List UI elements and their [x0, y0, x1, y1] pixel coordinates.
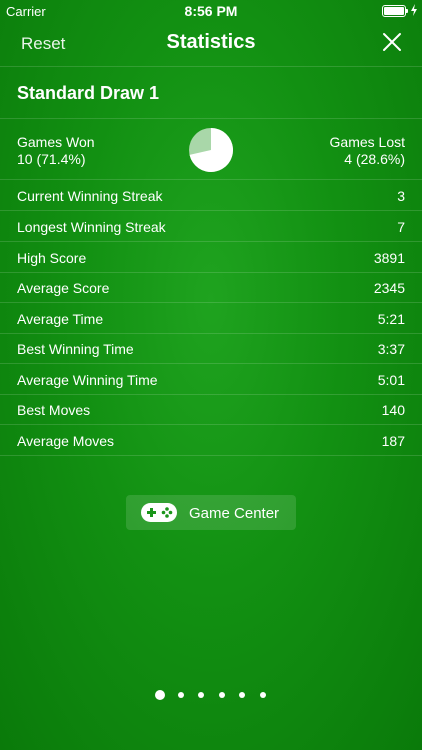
stat-value: 3:37: [377, 341, 405, 357]
stat-value: 5:01: [377, 372, 405, 388]
stat-value: 5:21: [377, 311, 405, 327]
divider: [0, 118, 422, 119]
stat-label: High Score: [17, 250, 87, 266]
game-mode-title: Standard Draw 1: [17, 83, 160, 103]
stat-row-current-winning-streak: Current Winning Streak 3: [0, 180, 422, 211]
charging-bolt-icon: [411, 4, 417, 16]
page-indicator[interactable]: [0, 689, 422, 701]
close-icon[interactable]: [382, 32, 402, 52]
stat-label: Average Time: [17, 311, 104, 327]
stat-row-best-winning-time: Best Winning Time 3:37: [0, 333, 422, 364]
games-lost: Games Lost 4 (28.6%): [330, 134, 405, 168]
stat-label: Current Winning Streak: [17, 188, 163, 204]
games-won-label: Games Won: [17, 134, 95, 150]
battery-tip: [406, 9, 408, 13]
status-clock: 8:56 PM: [184, 3, 238, 19]
page-dot[interactable]: [198, 692, 204, 698]
stat-label: Best Winning Time: [17, 341, 134, 357]
games-lost-label: Games Lost: [329, 134, 405, 150]
games-won-value: 10 (71.4%): [17, 151, 86, 167]
games-won: Games Won 10 (71.4%): [17, 134, 95, 168]
stat-value: 140: [381, 402, 405, 418]
stat-row-average-moves: Average Moves 187: [0, 425, 422, 456]
stat-row-longest-winning-streak: Longest Winning Streak 7: [0, 211, 422, 242]
gamepad-icon: [141, 503, 177, 522]
stat-label: Average Score: [17, 280, 110, 296]
page-dot[interactable]: [239, 692, 245, 698]
stat-value: 187: [381, 433, 405, 449]
page-dot[interactable]: [155, 690, 165, 700]
games-lost-value: 4 (28.6%): [344, 151, 405, 167]
stat-label: Average Winning Time: [17, 372, 158, 388]
stat-value: 2345: [373, 280, 405, 296]
battery-level: [384, 7, 404, 15]
battery-icon: [382, 5, 408, 17]
status-bar: Carrier 8:56 PM: [0, 0, 422, 22]
stat-row-high-score: High Score 3891: [0, 242, 422, 273]
stat-row-average-time: Average Time 5:21: [0, 303, 422, 334]
win-loss-pie-chart: [189, 128, 233, 172]
stat-label: Average Moves: [17, 433, 115, 449]
game-center-button[interactable]: Game Center: [126, 495, 296, 530]
page-title: Statistics: [166, 31, 256, 53]
page-dot[interactable]: [177, 692, 184, 698]
stat-row-best-moves: Best Moves 140: [0, 394, 422, 425]
stat-value: 7: [397, 219, 405, 235]
stat-row-average-score: Average Score 2345: [0, 272, 422, 303]
page-dot[interactable]: [259, 692, 266, 698]
navigation-bar: Reset Statistics: [0, 22, 422, 67]
game-center-label: Game Center: [189, 505, 280, 522]
stat-label: Longest Winning Streak: [17, 219, 166, 235]
stat-row-average-winning-time: Average Winning Time 5:01: [0, 364, 422, 395]
page-dot[interactable]: [218, 692, 225, 698]
stat-value: 3891: [373, 250, 405, 266]
stat-label: Best Moves: [17, 402, 91, 418]
stat-value: 3: [397, 188, 405, 204]
